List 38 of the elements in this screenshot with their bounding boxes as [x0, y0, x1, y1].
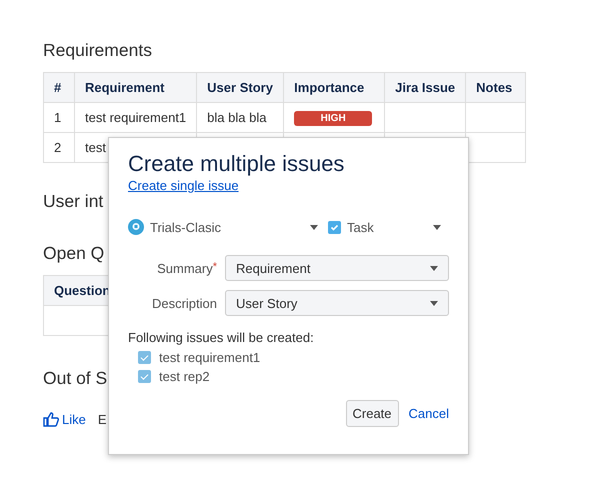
create-button[interactable]: Create	[346, 400, 399, 427]
field-label: Summary*	[156, 260, 218, 276]
like-button[interactable]: Like	[43, 412, 86, 427]
cancel-link[interactable]: Cancel	[408, 406, 449, 421]
issue-label: test rep2	[159, 369, 210, 384]
column-header: Requirement	[74, 72, 197, 102]
table-cell: bla bla bla	[196, 102, 284, 132]
field-dropdown[interactable]: User Story	[225, 290, 449, 316]
column-header: #	[44, 72, 74, 102]
checkbox[interactable]	[138, 351, 151, 364]
issue-type-dropdown[interactable]: Task	[328, 220, 441, 234]
checkbox[interactable]	[138, 370, 151, 383]
section-heading: Requirements	[43, 39, 152, 62]
footer-text: E	[98, 412, 107, 427]
field-dropdown[interactable]: Requirement	[225, 255, 449, 281]
create-single-issue-link[interactable]: Create single issue	[128, 178, 239, 193]
section-heading: Out of S	[43, 367, 108, 390]
table-cell: test requirement1	[74, 102, 197, 132]
priority-lozenge: HIGH	[294, 111, 372, 126]
column-header: User Story	[196, 72, 284, 102]
caret-icon	[430, 300, 438, 306]
section-heading: User int	[43, 190, 104, 213]
issue-label: test requirement1	[159, 350, 260, 365]
column-header: Importance	[284, 72, 385, 102]
caret-icon	[433, 224, 441, 230]
column-header: Jira Issue	[384, 72, 466, 102]
table-cell: 2	[44, 132, 74, 162]
column-header: Notes	[466, 72, 526, 102]
field-label: Description	[150, 296, 218, 310]
section-heading: Open Q	[43, 242, 104, 265]
project-dropdown[interactable]: Trials-Clasic	[128, 219, 318, 235]
caret-icon	[310, 224, 318, 230]
project-avatar-icon	[128, 219, 144, 235]
table-cell: 1	[44, 102, 74, 132]
task-icon	[328, 220, 341, 234]
thumbs-up-icon	[43, 412, 59, 427]
list-caption: Following issues will be created:	[128, 330, 315, 345]
caret-icon	[430, 266, 438, 270]
